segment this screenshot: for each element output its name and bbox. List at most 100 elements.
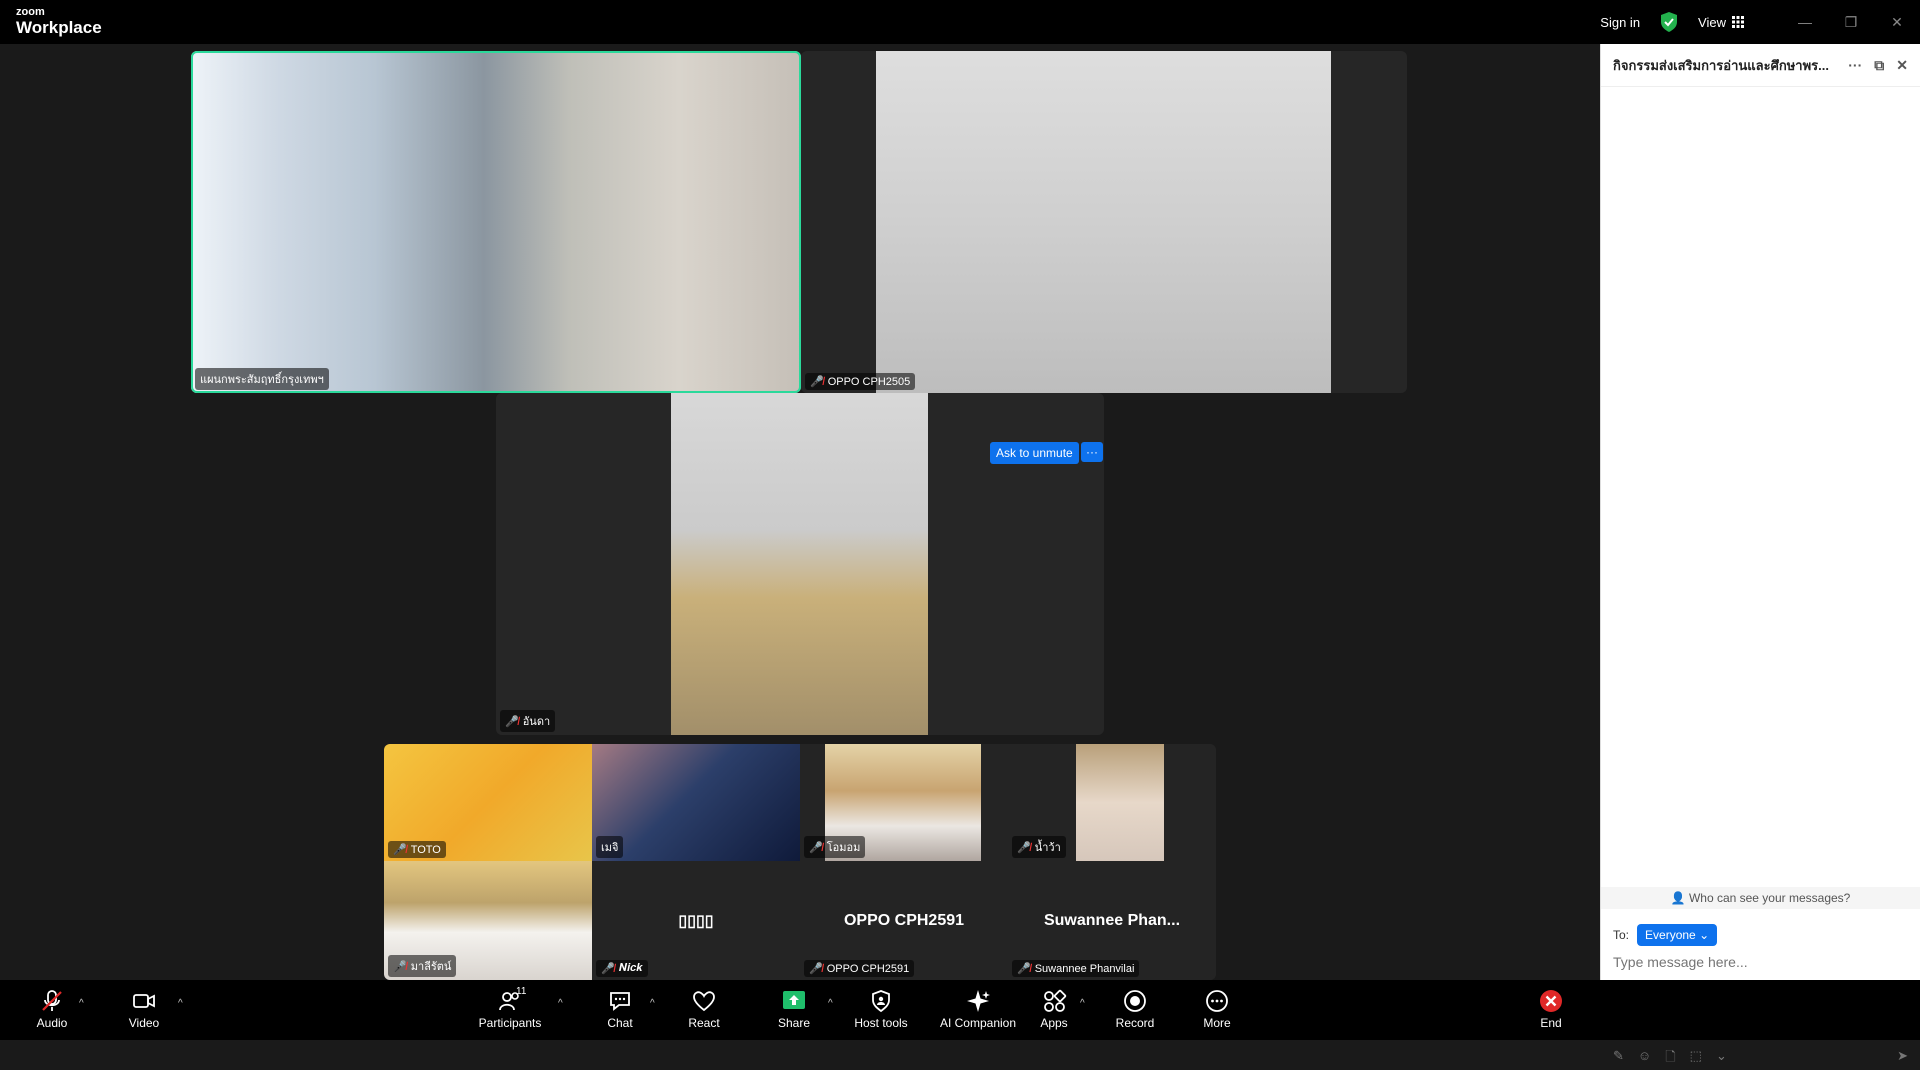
participant-name-tag: 🎤̸ OPPO CPH2505 (805, 373, 916, 390)
video-tile-oppo2505[interactable]: 🎤̸ OPPO CPH2505 (801, 51, 1407, 393)
react-label: React (688, 1016, 720, 1030)
mic-muted-icon: 🎤̸ (1017, 841, 1031, 854)
participant-name-tag: 🎤̸ น้ำว้า (1012, 836, 1066, 858)
video-label: Video (128, 1016, 160, 1030)
chat-tools-row: ✎ ☺ 🗋 ⬚ ⌄ ➤ (1613, 1048, 1908, 1070)
chevron-down-icon: ⌄ (1699, 928, 1710, 942)
participant-name-tag: 🎤̸ โอมอม (804, 836, 866, 858)
minimize-icon: — (1798, 14, 1812, 30)
chat-button[interactable]: Chat (580, 984, 660, 1036)
ai-companion-button[interactable]: AI Companion (928, 984, 1028, 1036)
audio-button[interactable]: Audio (12, 984, 92, 1036)
participant-name: เมจิ (601, 842, 619, 854)
more-options-icon[interactable]: ··· (1848, 57, 1862, 73)
mic-muted-icon: 🎤̸ (809, 963, 823, 975)
video-tile-nick[interactable]: ▯▯▯▯ 🎤̸ 𝑵𝒊𝒄𝒌 (592, 861, 800, 980)
to-label: To: (1613, 928, 1630, 942)
close-window-button[interactable]: ✕ (1874, 0, 1920, 44)
shield-icon (872, 990, 890, 1013)
chat-options-caret[interactable]: ^ (650, 998, 655, 1009)
mic-muted-icon: 🎤̸ (1017, 963, 1031, 975)
end-call-icon (1540, 990, 1562, 1012)
logo-big: Workplace (16, 18, 102, 37)
who-can-see-label: Who can see your messages? (1688, 891, 1851, 905)
minimize-button[interactable]: — (1782, 0, 1828, 44)
participant-name-tag: เมจิ (596, 836, 624, 858)
video-tile-namwa[interactable]: 🎤̸ น้ำว้า (1008, 744, 1216, 861)
participants-options-caret[interactable]: ^ (558, 998, 563, 1009)
video-tile-omom[interactable]: 🎤̸ โอมอม (800, 744, 1008, 861)
chevron-down-icon[interactable]: ⌄ (1716, 1048, 1727, 1070)
person-icon: 👤 (1670, 891, 1686, 905)
participant-name-tag: 🎤̸ OPPO CPH2591 (804, 960, 915, 977)
chat-message-input[interactable] (1613, 954, 1903, 970)
participant-name-tag: 🎤̸ TOTO (388, 841, 446, 858)
mic-muted-icon: 🎤̸ (393, 844, 407, 856)
gallery-strip: 🎤̸ TOTO เมจิ 🎤̸ โอมอม 🎤̸ น้ำว้า 🎤̸ มาลีร… (384, 744, 1216, 980)
pop-out-icon[interactable]: ⧉ (1874, 57, 1884, 74)
participant-name: อันดา (522, 716, 551, 728)
participants-button[interactable]: 11 Participants (470, 984, 550, 1036)
mic-muted-icon: 🎤̸ (505, 715, 519, 728)
file-icon[interactable]: 🗋 (1665, 1048, 1675, 1070)
recipient-dropdown[interactable]: Everyone ⌄ (1637, 924, 1718, 946)
share-screen-icon (783, 991, 805, 1009)
react-button[interactable]: React (664, 984, 744, 1036)
video-options-caret[interactable]: ^ (178, 998, 183, 1009)
participant-display-name: Suwannee Phan... (1043, 911, 1181, 929)
participant-name-tag: 🎤̸ อันดา (500, 710, 556, 732)
more-icon (1206, 990, 1228, 1012)
video-tile-meji[interactable]: เมจิ (592, 744, 800, 861)
apps-label: Apps (1040, 1016, 1068, 1030)
share-button[interactable]: Share (754, 984, 834, 1036)
mic-muted-icon: 🎤̸ (810, 376, 824, 388)
tile-more-button[interactable]: ··· (1081, 442, 1103, 462)
maximize-button[interactable]: ❐ (1828, 0, 1874, 44)
end-meeting-button[interactable]: End (1511, 984, 1591, 1036)
share-options-caret[interactable]: ^ (828, 998, 833, 1009)
record-button[interactable]: Record (1095, 984, 1175, 1036)
record-icon (1124, 990, 1146, 1012)
share-label: Share (777, 1016, 811, 1030)
close-chat-icon[interactable]: ✕ (1896, 57, 1908, 74)
video-tile-suwannee[interactable]: Suwannee Phan... 🎤̸ Suwannee Phanvilai (1008, 861, 1216, 980)
host-tools-label: Host tools (854, 1016, 908, 1030)
more-button[interactable]: More (1177, 984, 1257, 1036)
participants-count: 11 (516, 986, 527, 997)
chat-title: กิจกรรมส่งเสริมการอ่านและศึกษาพร... (1613, 57, 1829, 73)
video-tile-maleerat[interactable]: 🎤̸ มาลีรัตน์ (384, 861, 592, 980)
end-label: End (1540, 1016, 1562, 1030)
view-button[interactable]: View (1698, 15, 1744, 30)
participant-name: TOTO (410, 843, 441, 856)
participant-name-tag: 🎤̸ มาลีรัตน์ (388, 955, 457, 977)
video-tile-oppo2591[interactable]: OPPO CPH2591 🎤̸ OPPO CPH2591 (800, 861, 1008, 980)
host-tools-button[interactable]: Host tools (841, 984, 921, 1036)
audio-options-caret[interactable]: ^ (79, 998, 84, 1009)
apps-options-caret[interactable]: ^ (1080, 998, 1085, 1009)
screenshot-icon[interactable]: ⬚ (1690, 1048, 1702, 1070)
emoji-icon[interactable]: ☺ (1638, 1048, 1651, 1070)
participant-name: โอมอม (826, 842, 861, 854)
chat-icon (610, 992, 630, 1011)
video-button[interactable]: Video (104, 984, 184, 1036)
participant-name: Suwannee Phanvilai (1034, 962, 1135, 975)
participant-name: แผนกพระสัมฤทธิ์กรุงเทพฯ (200, 374, 324, 386)
shield-icon[interactable] (1660, 12, 1678, 32)
sign-in-button[interactable]: Sign in (1600, 15, 1640, 30)
mic-muted-icon (42, 990, 62, 1011)
video-tile-toto[interactable]: 🎤̸ TOTO (384, 744, 592, 861)
who-can-see-link[interactable]: 👤 Who can see your messages? (1601, 887, 1920, 909)
record-label: Record (1115, 1016, 1155, 1030)
chat-header: กิจกรรมส่งเสริมการอ่านและศึกษาพร... ··· … (1601, 44, 1920, 87)
send-icon[interactable]: ➤ (1897, 1048, 1908, 1070)
apps-button[interactable]: Apps (1014, 984, 1094, 1036)
video-feed (671, 393, 928, 735)
participant-display-name: OPPO CPH2591 (843, 911, 965, 929)
grid-icon (1732, 16, 1744, 28)
title-bar: zoom Workplace Sign in View — ❐ ✕ (0, 0, 1920, 44)
ask-to-unmute-button[interactable]: Ask to unmute (990, 442, 1079, 464)
format-icon[interactable]: ✎ (1613, 1048, 1624, 1070)
video-tile-host[interactable]: แผนกพระสัมฤทธิ์กรุงเทพฯ (191, 51, 801, 393)
audio-label: Audio (36, 1016, 68, 1030)
more-label: More (1203, 1016, 1231, 1030)
